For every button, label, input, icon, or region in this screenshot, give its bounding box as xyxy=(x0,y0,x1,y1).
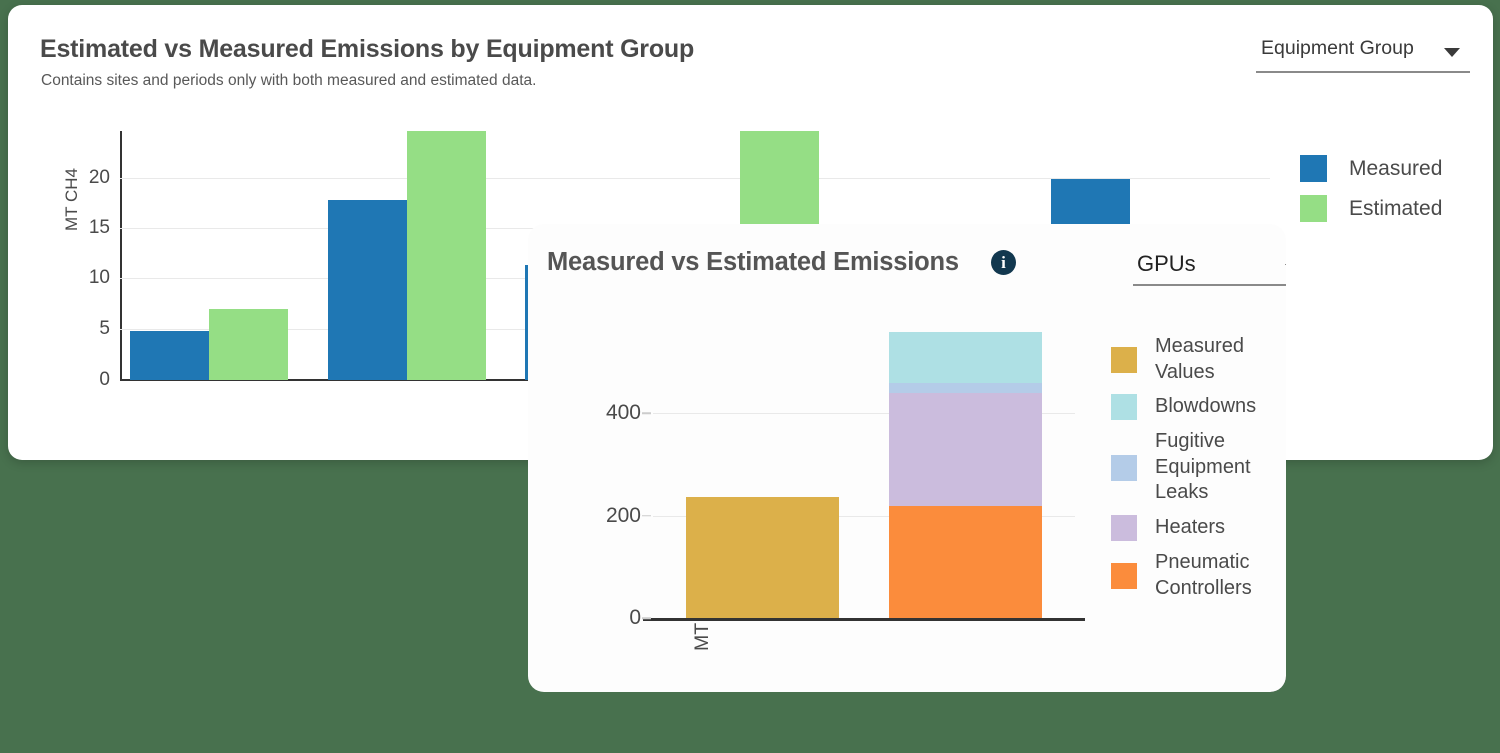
back-chart-y-axis-label: MT CH4 xyxy=(62,168,81,231)
legend-swatch-blowdowns xyxy=(1111,394,1137,421)
legend-item-estimated[interactable]: Estimated xyxy=(1300,195,1442,222)
bar-estimated-gpus[interactable] xyxy=(407,131,486,380)
screenshot-stage: Estimated vs Measured Emissions by Equip… xyxy=(0,0,1500,753)
modal-y-tick-400: 400 xyxy=(605,401,641,425)
legend-swatch-pneumatic-controllers xyxy=(1111,562,1137,589)
y-tick-15: 15 xyxy=(88,216,110,238)
legend-swatch-heaters xyxy=(1111,514,1137,541)
modal-title: Measured vs Estimated Emissions xyxy=(547,248,959,276)
equipment-group-dropdown[interactable]: Equipment Group xyxy=(1256,35,1470,73)
modal-equipment-dropdown-value: GPUs xyxy=(1137,251,1196,276)
modal-y-tick-200: 200 xyxy=(605,503,641,527)
legend-swatch-estimated xyxy=(1300,195,1327,222)
y-tick-10: 10 xyxy=(88,267,110,289)
modal-y-tick-0: 0 xyxy=(629,606,641,629)
modal-chart-legend: Measured Values Blowdowns Fugitive Equip… xyxy=(1111,334,1286,610)
legend-label-estimated: Estimated xyxy=(1349,196,1443,220)
legend-item-fugitive-equipment-leaks[interactable]: Fugitive Equipment Leaks xyxy=(1111,429,1286,506)
legend-swatch-measured xyxy=(1300,155,1327,182)
bar-measured-enclosed-combustors[interactable] xyxy=(130,331,209,380)
y-tick-0: 0 xyxy=(99,369,110,390)
chevron-down-icon xyxy=(1444,48,1460,57)
legend-item-measured[interactable]: Measured xyxy=(1300,155,1442,182)
info-icon[interactable]: i xyxy=(991,250,1016,275)
bar-estimated-stack xyxy=(889,332,1042,618)
stack-segment-fugitive-equipment-leaks[interactable] xyxy=(889,383,1042,393)
page-subtitle: Contains sites and periods only with bot… xyxy=(41,72,537,89)
legend-item-heaters[interactable]: Heaters xyxy=(1111,514,1286,541)
modal-equipment-dropdown[interactable]: GPUs xyxy=(1133,246,1286,286)
stack-segment-heaters[interactable] xyxy=(889,392,1042,507)
bar-estimated-enclosed-combustors[interactable] xyxy=(209,308,288,380)
legend-label-fugitive-equipment-leaks: Fugitive Equipment Leaks xyxy=(1155,430,1251,504)
info-icon-glyph: i xyxy=(1001,253,1006,272)
legend-label-measured-values: Measured Values xyxy=(1155,335,1244,383)
legend-label-pneumatic-controllers: Pneumatic Controllers xyxy=(1155,550,1252,599)
legend-label-blowdowns: Blowdowns xyxy=(1155,395,1257,418)
legend-swatch-measured-values xyxy=(1111,346,1137,373)
stack-segment-pneumatic-controllers[interactable] xyxy=(889,506,1042,618)
equipment-group-dropdown-value: Equipment Group xyxy=(1261,37,1414,59)
y-tickmark-200 xyxy=(642,514,651,517)
chevron-down-icon xyxy=(1285,264,1286,272)
page-title: Estimated vs Measured Emissions by Equip… xyxy=(40,35,695,63)
y-tickmark-0 xyxy=(642,617,651,619)
measured-vs-estimated-modal: Measured vs Estimated Emissions i GPUs M… xyxy=(528,224,1286,692)
y-tick-20: 20 xyxy=(88,166,110,188)
legend-item-measured-values[interactable]: Measured Values xyxy=(1111,334,1286,385)
stack-segment-blowdowns[interactable] xyxy=(889,332,1042,384)
y-tickmark-400 xyxy=(642,412,651,414)
legend-item-pneumatic-controllers[interactable]: Pneumatic Controllers xyxy=(1111,550,1286,601)
bar-measured-gpus[interactable] xyxy=(328,200,407,380)
legend-label-measured: Measured xyxy=(1349,156,1443,180)
bar-measured-total[interactable] xyxy=(686,497,839,618)
legend-swatch-fugitive-equipment-leaks xyxy=(1111,454,1137,481)
modal-chart-plot-area: MT CH4 CO2e 0 200 400 Measured Estimated xyxy=(606,326,1075,651)
back-chart-legend: Measured Estimated xyxy=(1300,155,1442,235)
legend-label-heaters: Heaters xyxy=(1155,516,1226,539)
legend-item-blowdowns[interactable]: Blowdowns xyxy=(1111,394,1286,421)
y-tick-5: 5 xyxy=(99,318,110,339)
